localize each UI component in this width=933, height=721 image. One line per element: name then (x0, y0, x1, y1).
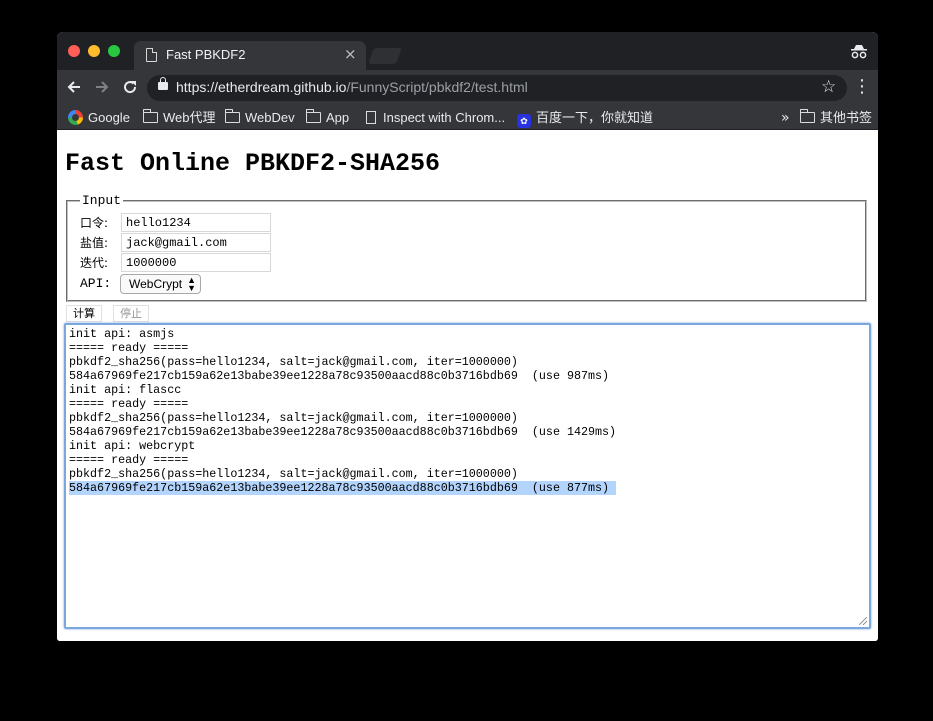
folder-icon (800, 109, 815, 123)
select-arrows-icon: ▲ ▼ (187, 275, 196, 293)
log-line: 584a67969fe217cb159a62e13babe39ee1228a78… (69, 369, 610, 383)
log-line: pbkdf2_sha256(pass=hello1234, salt=jack@… (69, 467, 518, 481)
bookmarks-bar: Google Web代理 WebDev App Inspect with Chr… (57, 106, 878, 130)
bookmark-google[interactable]: Google (68, 109, 130, 127)
tab-title: Fast PBKDF2 (166, 47, 246, 62)
tab-close-icon[interactable]: × (344, 45, 357, 63)
bookmark-label: Web代理 (163, 110, 216, 125)
tab-strip: Fast PBKDF2 × (57, 32, 878, 70)
browser-window: Fast PBKDF2 × https://etherdream.github.… (57, 32, 878, 641)
lock-icon (158, 77, 168, 90)
bookmark-label: WebDev (245, 110, 295, 125)
api-select[interactable]: WebCrypt ▲ ▼ (120, 274, 201, 294)
maximize-window-button[interactable] (108, 45, 120, 57)
password-input[interactable]: hello1234 (121, 213, 271, 232)
calculate-button[interactable]: 计算 (66, 305, 102, 322)
kebab-menu-icon[interactable]: ⋮ (853, 76, 871, 97)
resize-handle-icon[interactable] (859, 617, 867, 625)
log-line: 584a67969fe217cb159a62e13babe39ee1228a78… (69, 425, 617, 439)
star-icon[interactable]: ☆ (821, 77, 836, 97)
new-tab-button[interactable] (368, 48, 402, 64)
url-path: /FunnyScript/pbkdf2/test.html (346, 79, 528, 95)
page-icon (366, 111, 376, 124)
bookmark-label: 其他书签 (820, 110, 873, 125)
bookmark-app[interactable]: App (306, 109, 349, 127)
page-content: Fast Online PBKDF2-SHA256 Input 口令: hell… (57, 131, 878, 641)
incognito-icon (851, 45, 867, 59)
back-button[interactable] (63, 76, 85, 98)
tab-active[interactable]: Fast PBKDF2 × (134, 41, 366, 70)
input-legend: Input (80, 193, 124, 208)
baidu-paw-icon: ✿ (517, 114, 531, 128)
api-select-value: WebCrypt (129, 277, 183, 291)
folder-icon (306, 109, 321, 123)
bookmark-label: Inspect with Chrom... (383, 110, 506, 125)
browser-toolbar: https://etherdream.github.io/FunnyScript… (57, 70, 878, 106)
log-line: pbkdf2_sha256(pass=hello1234, salt=jack@… (69, 355, 518, 369)
api-label: API: (80, 276, 112, 291)
minimize-window-button[interactable] (88, 45, 100, 57)
bookmark-label: 百度一下，你就知道 (536, 110, 654, 125)
bookmarks-overflow-button[interactable]: » (781, 109, 790, 127)
reload-button[interactable] (119, 76, 141, 98)
bookmark-baidu[interactable]: ✿ 百度一下，你就知道 (517, 109, 654, 128)
google-icon (68, 110, 83, 125)
output-log-textarea[interactable]: init api: asmjs ===== ready ===== pbkdf2… (64, 323, 871, 629)
log-line: init api: asmjs (69, 327, 175, 341)
forward-button[interactable] (91, 76, 113, 98)
bookmark-inspect[interactable]: Inspect with Chrom... (366, 109, 505, 127)
log-line: ===== ready ===== (69, 397, 189, 411)
address-bar[interactable]: https://etherdream.github.io/FunnyScript… (147, 75, 847, 101)
bookmark-label: Google (88, 110, 130, 125)
folder-icon (143, 109, 158, 123)
log-line-selected: 584a67969fe217cb159a62e13babe39ee1228a78… (69, 481, 617, 495)
input-fieldset: Input 口令: hello1234 盐值: jack@gmail.com 迭… (66, 193, 867, 302)
log-line: init api: webcrypt (69, 439, 196, 453)
stop-button[interactable]: 停止 (113, 305, 149, 322)
salt-input[interactable]: jack@gmail.com (121, 233, 271, 252)
arrow-right-icon (96, 81, 109, 93)
bookmark-web-proxy[interactable]: Web代理 (143, 109, 216, 127)
document-icon (146, 48, 157, 62)
log-line: pbkdf2_sha256(pass=hello1234, salt=jack@… (69, 411, 518, 425)
url-text: https://etherdream.github.io/FunnyScript… (176, 79, 528, 95)
log-line: ===== ready ===== (69, 341, 189, 355)
bookmark-other[interactable]: 其他书签 (800, 109, 872, 127)
salt-label: 盐值: (80, 236, 109, 250)
page-title: Fast Online PBKDF2-SHA256 (65, 149, 441, 178)
reload-icon (124, 81, 137, 94)
log-line: init api: flascc (69, 383, 182, 397)
arrow-left-icon (67, 81, 80, 93)
iterations-input[interactable]: 1000000 (121, 253, 271, 272)
iterations-label: 迭代: (80, 256, 109, 270)
url-host: https://etherdream.github.io (176, 79, 347, 95)
bookmark-webdev[interactable]: WebDev (225, 109, 295, 127)
password-label: 口令: (80, 216, 109, 230)
close-window-button[interactable] (68, 45, 80, 57)
folder-icon (225, 109, 240, 123)
bookmark-label: App (326, 110, 350, 125)
log-line: ===== ready ===== (69, 453, 189, 467)
